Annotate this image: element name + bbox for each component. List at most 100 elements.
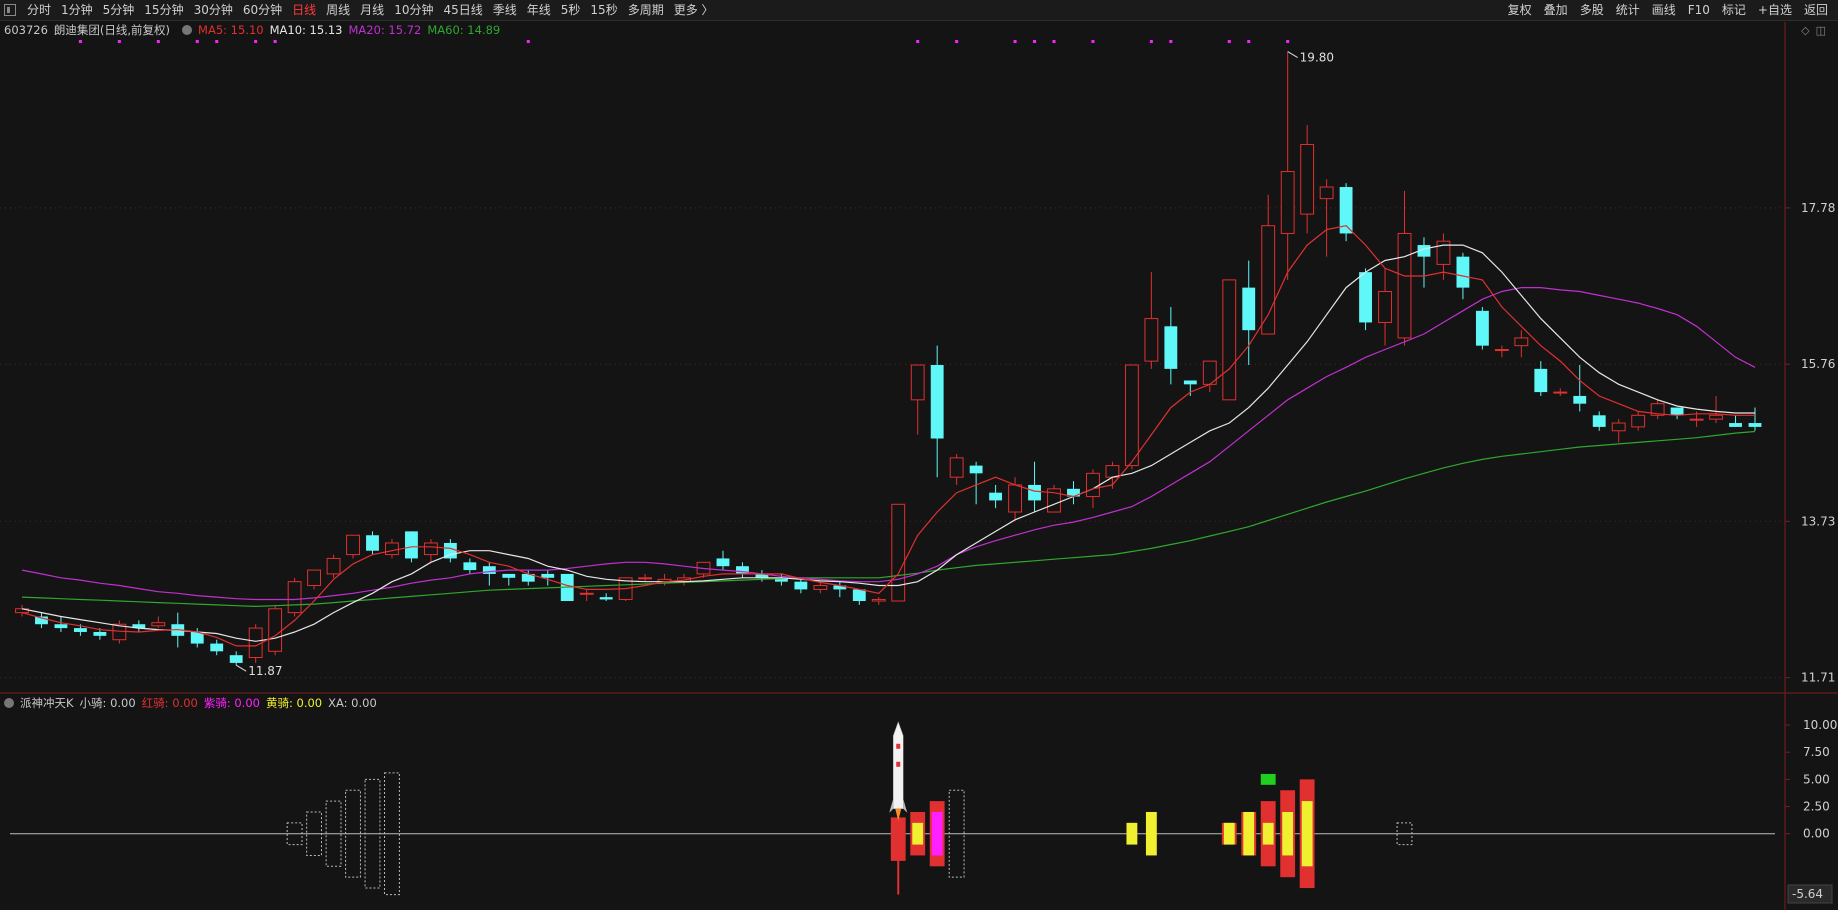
candle-body	[171, 624, 185, 636]
candle-body	[405, 531, 418, 559]
tool-button-1[interactable]: 叠加	[1538, 0, 1574, 20]
rocket-window	[896, 743, 901, 749]
yellow-bar	[1262, 822, 1274, 845]
outline-bar	[306, 811, 323, 856]
low-pointer	[235, 664, 247, 672]
candle-body	[1028, 484, 1041, 501]
period-tab-15[interactable]: 多周期	[623, 0, 669, 20]
candle-body	[1553, 391, 1568, 394]
settings-dot-icon[interactable]	[182, 25, 193, 35]
tool-button-2[interactable]: 多股	[1574, 0, 1610, 20]
high-label: 19.80	[1300, 51, 1334, 65]
ma20-label: MA20: 15.72	[348, 23, 422, 37]
tool-button-8[interactable]: 返回	[1798, 0, 1834, 20]
candle-body	[385, 542, 399, 556]
rocket-fins	[889, 798, 908, 813]
price-tick-label: 15.76	[1801, 357, 1835, 371]
outline-bar	[325, 800, 342, 867]
candle-body	[1475, 310, 1489, 346]
signal-dot	[1091, 40, 1095, 43]
outline-bar	[364, 778, 381, 889]
red-bar	[890, 817, 906, 861]
markers-layer: 19.80 11.87	[78, 40, 1334, 678]
tool-button-7[interactable]: +自选	[1752, 0, 1798, 20]
candle-body	[989, 492, 1003, 501]
candle-body	[696, 561, 711, 575]
candle-body	[1436, 240, 1451, 265]
period-tab-11[interactable]: 季线	[488, 0, 522, 20]
main-chart-info: 603726 朗迪集团 (日线,前复权) MA5: 15.10 MA10: 15…	[0, 22, 506, 38]
ma5-line	[21, 225, 1755, 647]
candle-body	[1124, 364, 1139, 467]
signal-dot	[117, 40, 121, 43]
period-tab-1[interactable]: 1分钟	[56, 0, 98, 20]
period-tab-16[interactable]: 更多 〉	[669, 0, 719, 20]
candle-body	[268, 608, 283, 652]
ma10-label: MA10: 15.13	[269, 23, 343, 37]
price-tick-label: 11.71	[1801, 671, 1835, 685]
period-tab-2[interactable]: 5分钟	[98, 0, 140, 20]
period-tab-4[interactable]: 30分钟	[189, 0, 238, 20]
candle-body	[1514, 337, 1529, 347]
signal-dot	[156, 40, 160, 43]
ind-tick-label: 2.50	[1803, 800, 1830, 814]
candle-body	[423, 542, 438, 556]
candle-body	[1067, 488, 1080, 497]
period-tab-13[interactable]: 5秒	[556, 0, 586, 20]
period-tab-10[interactable]: 45日线	[438, 0, 487, 20]
window-icon[interactable]: ◫	[1816, 24, 1826, 37]
candle-body	[541, 573, 555, 578]
red-bar	[1280, 790, 1296, 878]
candle-body	[852, 589, 866, 602]
period-tab-6[interactable]: 日线	[287, 0, 321, 20]
yellow-bar	[1282, 811, 1294, 856]
indicator-axis: 10.00 7.50 5.00 2.50 0.00 -5.64	[1785, 718, 1837, 904]
candle-body	[657, 578, 672, 583]
yellow-bar	[1223, 822, 1235, 845]
yellow-bar	[1145, 811, 1157, 856]
yellow-value: 黄骑: 0.00	[265, 696, 323, 710]
tool-button-3[interactable]: 统计	[1610, 0, 1646, 20]
period-tab-12[interactable]: 年线	[522, 0, 556, 20]
period-tab-5[interactable]: 60分钟	[238, 0, 287, 20]
candle-body	[326, 557, 341, 575]
green-box	[1260, 773, 1276, 785]
candle-body	[112, 623, 127, 641]
candle-body	[1261, 225, 1276, 335]
candle-body	[521, 573, 535, 582]
tool-button-5[interactable]: F10	[1682, 0, 1716, 20]
candle-body	[346, 534, 360, 556]
candle-body	[248, 627, 263, 658]
candle-body	[638, 577, 653, 580]
period-tab-8[interactable]: 月线	[355, 0, 389, 20]
sidebar-toggle-icon[interactable]	[4, 4, 16, 16]
indicator-dot-icon[interactable]	[4, 698, 14, 708]
candle-body	[1670, 407, 1684, 416]
ma5-label: MA5: 15.10	[198, 23, 264, 37]
signal-dot	[1227, 40, 1231, 43]
red-bar	[929, 801, 945, 867]
period-toolbar: 分时 1分钟 5分钟 15分钟 30分钟 60分钟 日线 周线 月线 10分钟 45日线 季线 年线 5秒…	[0, 0, 1838, 21]
tool-button-6[interactable]: 标记	[1716, 0, 1752, 20]
red-bar	[1241, 811, 1257, 856]
indicator-info: 派神冲天K 小骑: 0.00 红骑: 0.00 紫骑: 0.00 黄骑: 0.0…	[0, 695, 383, 711]
candle-body	[871, 598, 886, 602]
signal-dot	[1247, 40, 1251, 43]
diamond-icon[interactable]: ◇	[1801, 24, 1809, 37]
period-tab-9[interactable]: 10分钟	[389, 0, 438, 20]
period-tab-0[interactable]: 分时	[22, 0, 56, 20]
candle-body	[1592, 415, 1606, 427]
candle-body	[366, 535, 379, 551]
period-tab-7[interactable]: 周线	[321, 0, 355, 20]
candles-layer	[15, 51, 1762, 666]
candle-body	[1144, 318, 1159, 362]
signal-dot	[526, 40, 530, 43]
period-tab-3[interactable]: 15分钟	[139, 0, 188, 20]
signal-dot	[955, 40, 959, 43]
tool-button-0[interactable]: 复权	[1502, 0, 1538, 20]
tool-button-4[interactable]: 画线	[1646, 0, 1682, 20]
period-tab-14[interactable]: 15秒	[585, 0, 622, 20]
indicator-layer	[10, 721, 1775, 896]
candle-body	[579, 592, 594, 595]
stock-code: 603726	[4, 23, 48, 37]
